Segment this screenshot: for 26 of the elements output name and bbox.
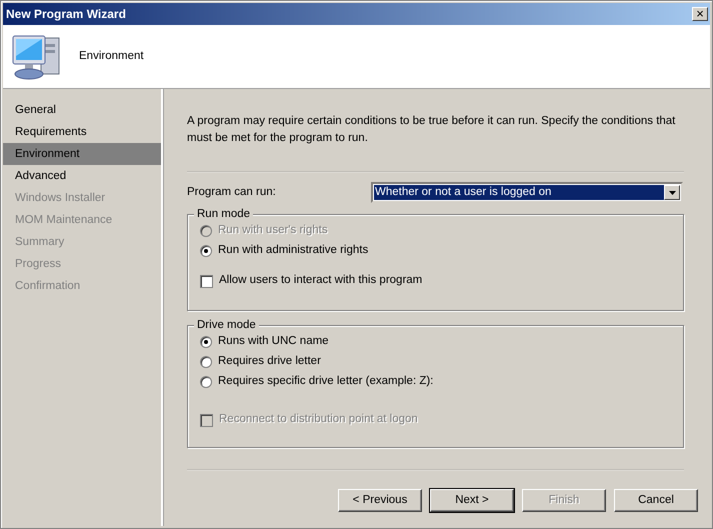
option-label: Reconnect to distribution point at logon [219,412,418,428]
program-can-run-dropdown[interactable]: Whether or not a user is logged on [371,182,683,203]
checkbox[interactable] [200,274,213,288]
sidebar-item[interactable]: Environment [3,143,161,165]
option-label[interactable]: Run with administrative rights [218,242,368,260]
intro-text: A program may require certain conditions to be true before it can run. Specify the conditions that must be met for the program to run. [187,114,676,146]
option-label[interactable]: Allow users to interact with this program [219,272,422,290]
wizard-button[interactable]: Cancel [614,489,698,512]
caret-icon [668,190,676,194]
sidebar-item[interactable]: General [3,99,161,121]
wizard-button[interactable]: Next > [430,489,514,512]
field-label: Program can run: [187,184,277,200]
option-label[interactable]: Runs with UNC name [218,333,329,351]
window-title: New Program Wizard [6,6,126,23]
radio-button[interactable] [200,376,212,388]
sidebar-item[interactable]: Requirements [3,121,161,143]
page-title: Environment [79,48,144,64]
option-label: Run with user's rights [218,223,328,238]
option-label[interactable]: Requires drive letter [218,353,321,371]
option-label[interactable]: Requires specific drive letter (example: Z): [218,373,434,391]
sidebar-item[interactable]: Advanced [3,165,161,187]
radio-button[interactable] [200,245,212,257]
radio-button[interactable] [200,356,212,368]
wizard-button[interactable]: < Previous [338,489,422,512]
close-button[interactable]: × [692,7,708,21]
radio-button[interactable] [200,336,212,348]
